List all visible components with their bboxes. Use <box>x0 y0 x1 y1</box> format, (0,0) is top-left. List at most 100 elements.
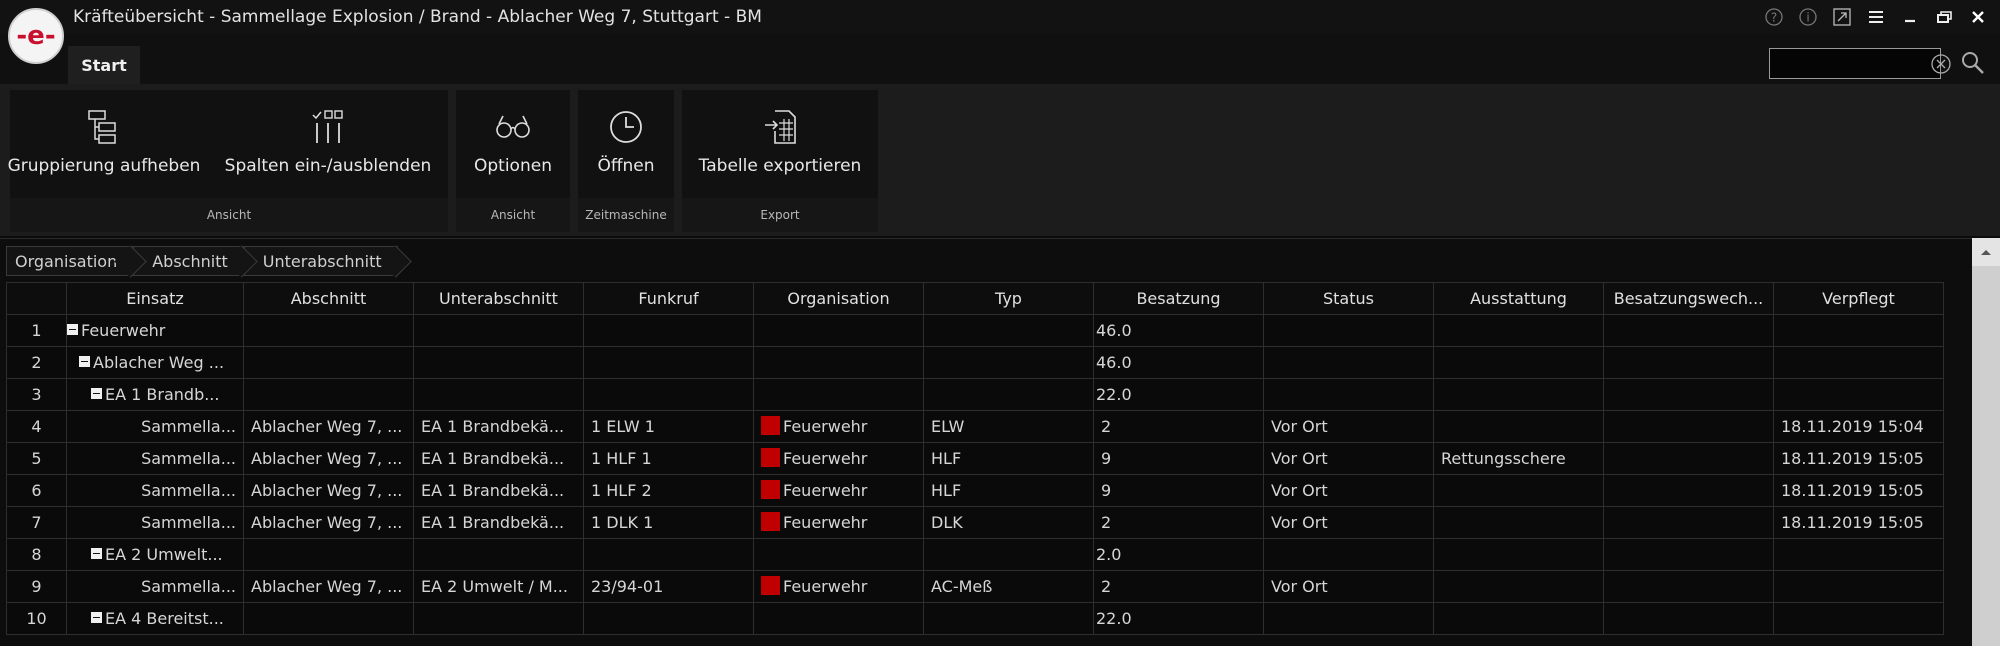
table-row[interactable]: 4 Sammella... Ablacher Weg 7, ... EA 1 Bran… <box>6 410 1944 443</box>
cell-besatzungswechsel[interactable] <box>1603 506 1774 539</box>
cell-typ[interactable]: AC-Meß <box>923 570 1094 603</box>
group-row[interactable]: 1 Feuerwehr 46.0 <box>6 314 1944 347</box>
cell-status[interactable] <box>1263 346 1434 379</box>
column-header-ausstattung[interactable]: Ausstattung <box>1433 282 1604 315</box>
cell-einsatz[interactable]: Sammella... <box>66 442 244 475</box>
cell-besatzungswechsel[interactable] <box>1603 378 1774 411</box>
cell-besatzungswechsel[interactable] <box>1603 474 1774 507</box>
cell-einsatz[interactable]: EA 4 Bereitst... <box>66 602 244 635</box>
cell-unterabschnitt[interactable]: EA 1 Brandbekä... <box>413 410 584 443</box>
cell-funkruf[interactable] <box>583 378 754 411</box>
cell-funkruf[interactable]: 1 HLF 2 <box>583 474 754 507</box>
group-row[interactable]: 10 EA 4 Bereitst... 22.0 <box>6 602 1944 635</box>
cell-unterabschnitt[interactable]: EA 1 Brandbekä... <box>413 506 584 539</box>
column-header-typ[interactable]: Typ <box>923 282 1094 315</box>
cell-einsatz[interactable]: EA 1 Brandb... <box>66 378 244 411</box>
cell-funkruf[interactable] <box>583 346 754 379</box>
cell-abschnitt[interactable] <box>243 378 414 411</box>
cell-status[interactable]: Vor Ort <box>1263 474 1434 507</box>
cell-besatzung[interactable]: 9 <box>1093 474 1264 507</box>
cell-organisation[interactable] <box>753 314 924 347</box>
cell-status[interactable] <box>1263 538 1434 571</box>
restore-icon[interactable] <box>1930 4 1958 30</box>
column-header-status[interactable]: Status <box>1263 282 1434 315</box>
cell-abschnitt[interactable] <box>243 314 414 347</box>
cell-organisation[interactable]: Feuerwehr <box>753 442 924 475</box>
cell-besatzungswechsel[interactable] <box>1603 442 1774 475</box>
menu-icon[interactable] <box>1862 4 1890 30</box>
cell-ausstattung[interactable] <box>1433 506 1604 539</box>
cell-status[interactable] <box>1263 378 1434 411</box>
cell-abschnitt[interactable] <box>243 602 414 635</box>
options-button[interactable]: Optionen <box>456 90 570 196</box>
minimize-icon[interactable] <box>1896 4 1924 30</box>
cell-einsatz[interactable]: Sammella... <box>66 410 244 443</box>
cell-typ[interactable]: ELW <box>923 410 1094 443</box>
cell-typ[interactable]: HLF <box>923 442 1094 475</box>
cell-verpflegt[interactable]: 18.11.2019 15:05 <box>1773 474 1944 507</box>
cell-funkruf[interactable]: 1 HLF 1 <box>583 442 754 475</box>
cell-verpflegt[interactable] <box>1773 346 1944 379</box>
cell-abschnitt[interactable] <box>243 538 414 571</box>
cell-status[interactable] <box>1263 314 1434 347</box>
info-icon[interactable]: i <box>1794 4 1822 30</box>
cell-besatzungswechsel[interactable] <box>1603 410 1774 443</box>
open-button[interactable]: Öffnen <box>578 90 674 196</box>
search-icon[interactable] <box>1960 50 1986 80</box>
cell-funkruf[interactable] <box>583 314 754 347</box>
cell-besatzung[interactable]: 46.0 <box>1093 346 1264 379</box>
cell-verpflegt[interactable]: 18.11.2019 15:05 <box>1773 442 1944 475</box>
cell-besatzung[interactable]: 46.0 <box>1093 314 1264 347</box>
table-row[interactable]: 7 Sammella... Ablacher Weg 7, ... EA 1 Bran… <box>6 506 1944 539</box>
cell-einsatz[interactable]: EA 2 Umwelt... <box>66 538 244 571</box>
table-row[interactable]: 9 Sammella... Ablacher Weg 7, ... EA 2 Umwe… <box>6 570 1944 603</box>
cell-abschnitt[interactable]: Ablacher Weg 7, ... <box>243 570 414 603</box>
cell-typ[interactable] <box>923 314 1094 347</box>
cell-unterabschnitt[interactable] <box>413 314 584 347</box>
cell-funkruf[interactable]: 1 ELW 1 <box>583 410 754 443</box>
cell-organisation[interactable]: Feuerwehr <box>753 506 924 539</box>
table-row[interactable]: 6 Sammella... Ablacher Weg 7, ... EA 1 Bran… <box>6 474 1944 507</box>
cell-einsatz[interactable]: Sammella... <box>66 474 244 507</box>
column-header-besatzung[interactable]: Besatzung <box>1093 282 1264 315</box>
cell-ausstattung[interactable] <box>1433 346 1604 379</box>
group-row[interactable]: 2 Ablacher Weg ... 46.0 <box>6 346 1944 379</box>
cell-funkruf[interactable]: 1 DLK 1 <box>583 506 754 539</box>
cell-unterabschnitt[interactable] <box>413 346 584 379</box>
cell-typ[interactable]: DLK <box>923 506 1094 539</box>
column-header-unterabschnitt[interactable]: Unterabschnitt <box>413 282 584 315</box>
cell-einsatz[interactable]: Ablacher Weg ... <box>66 346 244 379</box>
group-row[interactable]: 3 EA 1 Brandb... 22.0 <box>6 378 1944 411</box>
cell-ausstattung[interactable] <box>1433 378 1604 411</box>
cell-einsatz[interactable]: Feuerwehr <box>66 314 244 347</box>
cell-abschnitt[interactable]: Ablacher Weg 7, ... <box>243 410 414 443</box>
cell-einsatz[interactable]: Sammella... <box>66 506 244 539</box>
cell-besatzungswechsel[interactable] <box>1603 570 1774 603</box>
cell-besatzungswechsel[interactable] <box>1603 314 1774 347</box>
cell-besatzung[interactable]: 22.0 <box>1093 378 1264 411</box>
cell-status[interactable]: Vor Ort <box>1263 410 1434 443</box>
cell-verpflegt[interactable] <box>1773 314 1944 347</box>
column-header-einsatz[interactable]: Einsatz <box>66 282 244 315</box>
column-header-verpflegt[interactable]: Verpflegt <box>1773 282 1944 315</box>
cell-funkruf[interactable] <box>583 538 754 571</box>
column-header-funkruf[interactable]: Funkruf <box>583 282 754 315</box>
cell-organisation[interactable] <box>753 602 924 635</box>
cell-einsatz[interactable]: Sammella... <box>66 570 244 603</box>
help-icon[interactable]: ? <box>1760 4 1788 30</box>
collapse-toggle-icon[interactable] <box>91 388 102 399</box>
cell-ausstattung[interactable] <box>1433 410 1604 443</box>
cell-status[interactable]: Vor Ort <box>1263 570 1434 603</box>
cell-status[interactable] <box>1263 602 1434 635</box>
cell-unterabschnitt[interactable]: EA 2 Umwelt / M... <box>413 570 584 603</box>
cell-verpflegt[interactable] <box>1773 602 1944 635</box>
cell-ausstattung[interactable] <box>1433 602 1604 635</box>
table-row[interactable]: 5 Sammella... Ablacher Weg 7, ... EA 1 Bran… <box>6 442 1944 475</box>
cell-typ[interactable] <box>923 602 1094 635</box>
cell-abschnitt[interactable]: Ablacher Weg 7, ... <box>243 474 414 507</box>
cell-organisation[interactable]: Feuerwehr <box>753 410 924 443</box>
cell-verpflegt[interactable] <box>1773 538 1944 571</box>
column-header-organisation[interactable]: Organisation <box>753 282 924 315</box>
cell-abschnitt[interactable]: Ablacher Weg 7, ... <box>243 506 414 539</box>
vertical-scrollbar[interactable] <box>1972 238 2000 646</box>
